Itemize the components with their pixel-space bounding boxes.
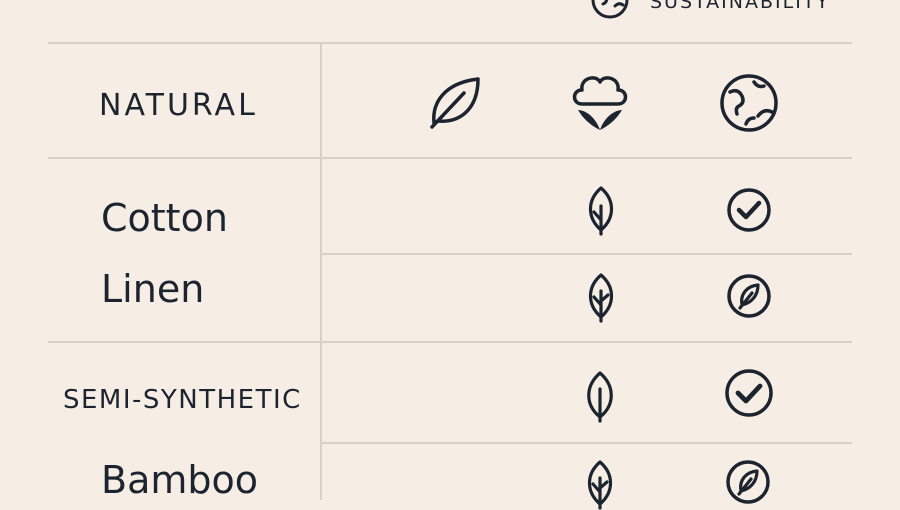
leaf-circle-icon — [724, 458, 772, 506]
leaf-outline-icon — [583, 271, 619, 323]
leaf-circle-icon — [725, 272, 773, 320]
cotton-flower-icon — [568, 70, 632, 134]
divider-section — [48, 341, 852, 343]
divider-header — [48, 157, 852, 159]
globe-icon — [718, 72, 780, 134]
section-label-natural: NATURAL — [99, 88, 258, 123]
section-label-semi-synthetic: SEMI-SYNTHETIC — [63, 385, 302, 415]
leaf-outline-icon — [581, 369, 619, 423]
leaf-icon — [426, 73, 484, 131]
row-label-bamboo: Bamboo — [101, 458, 258, 502]
leaf-outline-icon — [582, 458, 618, 510]
divider-row — [321, 442, 852, 444]
row-label-linen: Linen — [101, 267, 205, 311]
leaf-outline-icon — [583, 184, 619, 236]
column-divider — [320, 341, 322, 500]
check-circle-icon — [723, 367, 775, 419]
divider-row — [321, 253, 852, 255]
check-circle-icon — [725, 186, 773, 234]
row-label-cotton: Cotton — [101, 196, 228, 240]
sustainability-heading: SUSTAINABILITY — [650, 0, 831, 13]
divider-top — [48, 42, 852, 44]
column-divider — [320, 42, 322, 342]
globe-icon — [589, 0, 631, 20]
